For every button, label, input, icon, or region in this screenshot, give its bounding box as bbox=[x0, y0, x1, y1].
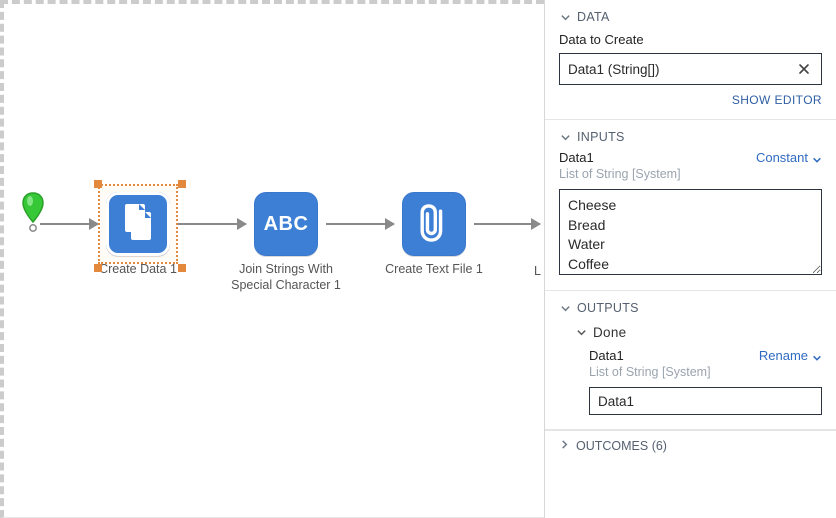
node-create-text-file[interactable]: Create Text File 1 bbox=[402, 192, 466, 278]
output-rename-dropdown[interactable]: Rename bbox=[759, 348, 822, 363]
copy-pages-icon bbox=[117, 200, 159, 249]
section-title: OUTCOMES (6) bbox=[576, 439, 667, 453]
flow-start-pin[interactable] bbox=[22, 192, 44, 232]
chevron-down-icon bbox=[559, 131, 571, 143]
output-name-input[interactable] bbox=[589, 387, 822, 415]
section-header-outputs[interactable]: OUTPUTS bbox=[559, 297, 822, 317]
output-group-done: Done Data1 Rename List of String [System… bbox=[575, 323, 822, 415]
output-type-hint: List of String [System] bbox=[589, 365, 822, 379]
section-title: OUTPUTS bbox=[577, 301, 639, 315]
flow-arrow bbox=[326, 223, 394, 225]
group-title: Done bbox=[593, 325, 626, 340]
properties-panel: DATA Data to Create SHOW EDITOR INPUTS D… bbox=[544, 0, 836, 518]
input-field-label: Data1 bbox=[559, 150, 594, 165]
node-label: Create Text File 1 bbox=[374, 262, 494, 278]
section-header-inputs[interactable]: INPUTS bbox=[559, 126, 822, 146]
section-header-outcomes[interactable]: OUTCOMES (6) bbox=[545, 430, 836, 453]
chevron-down-icon bbox=[559, 11, 571, 23]
node-label-partial: L bbox=[534, 264, 541, 278]
node-create-data[interactable]: Create Data 1 bbox=[106, 192, 170, 278]
node-join-strings[interactable]: ABC Join Strings With Special Character … bbox=[254, 192, 318, 293]
section-outputs: OUTPUTS Done Data1 Rename bbox=[545, 291, 836, 430]
input-mode-label: Constant bbox=[756, 150, 808, 165]
flow-arrow bbox=[40, 223, 98, 225]
chevron-down-icon bbox=[812, 153, 822, 163]
chevron-down-icon bbox=[812, 351, 822, 361]
group-header-done[interactable]: Done bbox=[575, 323, 822, 342]
output-action-label: Rename bbox=[759, 348, 808, 363]
section-header-data[interactable]: DATA bbox=[559, 6, 822, 26]
chevron-down-icon bbox=[559, 302, 571, 314]
input-mode-dropdown[interactable]: Constant bbox=[756, 150, 822, 165]
input-type-hint: List of String [System] bbox=[559, 167, 822, 181]
flow-arrow bbox=[474, 223, 540, 225]
data-to-create-input[interactable] bbox=[568, 62, 793, 77]
field-label-data-to-create: Data to Create bbox=[559, 32, 822, 47]
input-list-textarea[interactable] bbox=[559, 189, 822, 275]
section-inputs: INPUTS Data1 Constant List of String [Sy… bbox=[545, 120, 836, 291]
flow-canvas[interactable]: Create Data 1 ABC Join Strings With Spec… bbox=[0, 0, 544, 518]
section-title: INPUTS bbox=[577, 130, 625, 144]
node-label: Join Strings With Special Character 1 bbox=[226, 262, 346, 293]
flow-arrow bbox=[178, 223, 246, 225]
data-to-create-input-row bbox=[559, 53, 822, 85]
output-field-label: Data1 bbox=[589, 348, 624, 363]
section-title: DATA bbox=[577, 10, 610, 24]
chevron-down-icon bbox=[575, 327, 587, 339]
abc-icon: ABC bbox=[264, 213, 309, 236]
paperclip-icon bbox=[417, 202, 451, 247]
chevron-right-icon bbox=[559, 439, 570, 453]
show-editor-link[interactable]: SHOW EDITOR bbox=[559, 93, 822, 107]
clear-icon[interactable] bbox=[793, 58, 815, 80]
section-data: DATA Data to Create SHOW EDITOR bbox=[545, 0, 836, 120]
